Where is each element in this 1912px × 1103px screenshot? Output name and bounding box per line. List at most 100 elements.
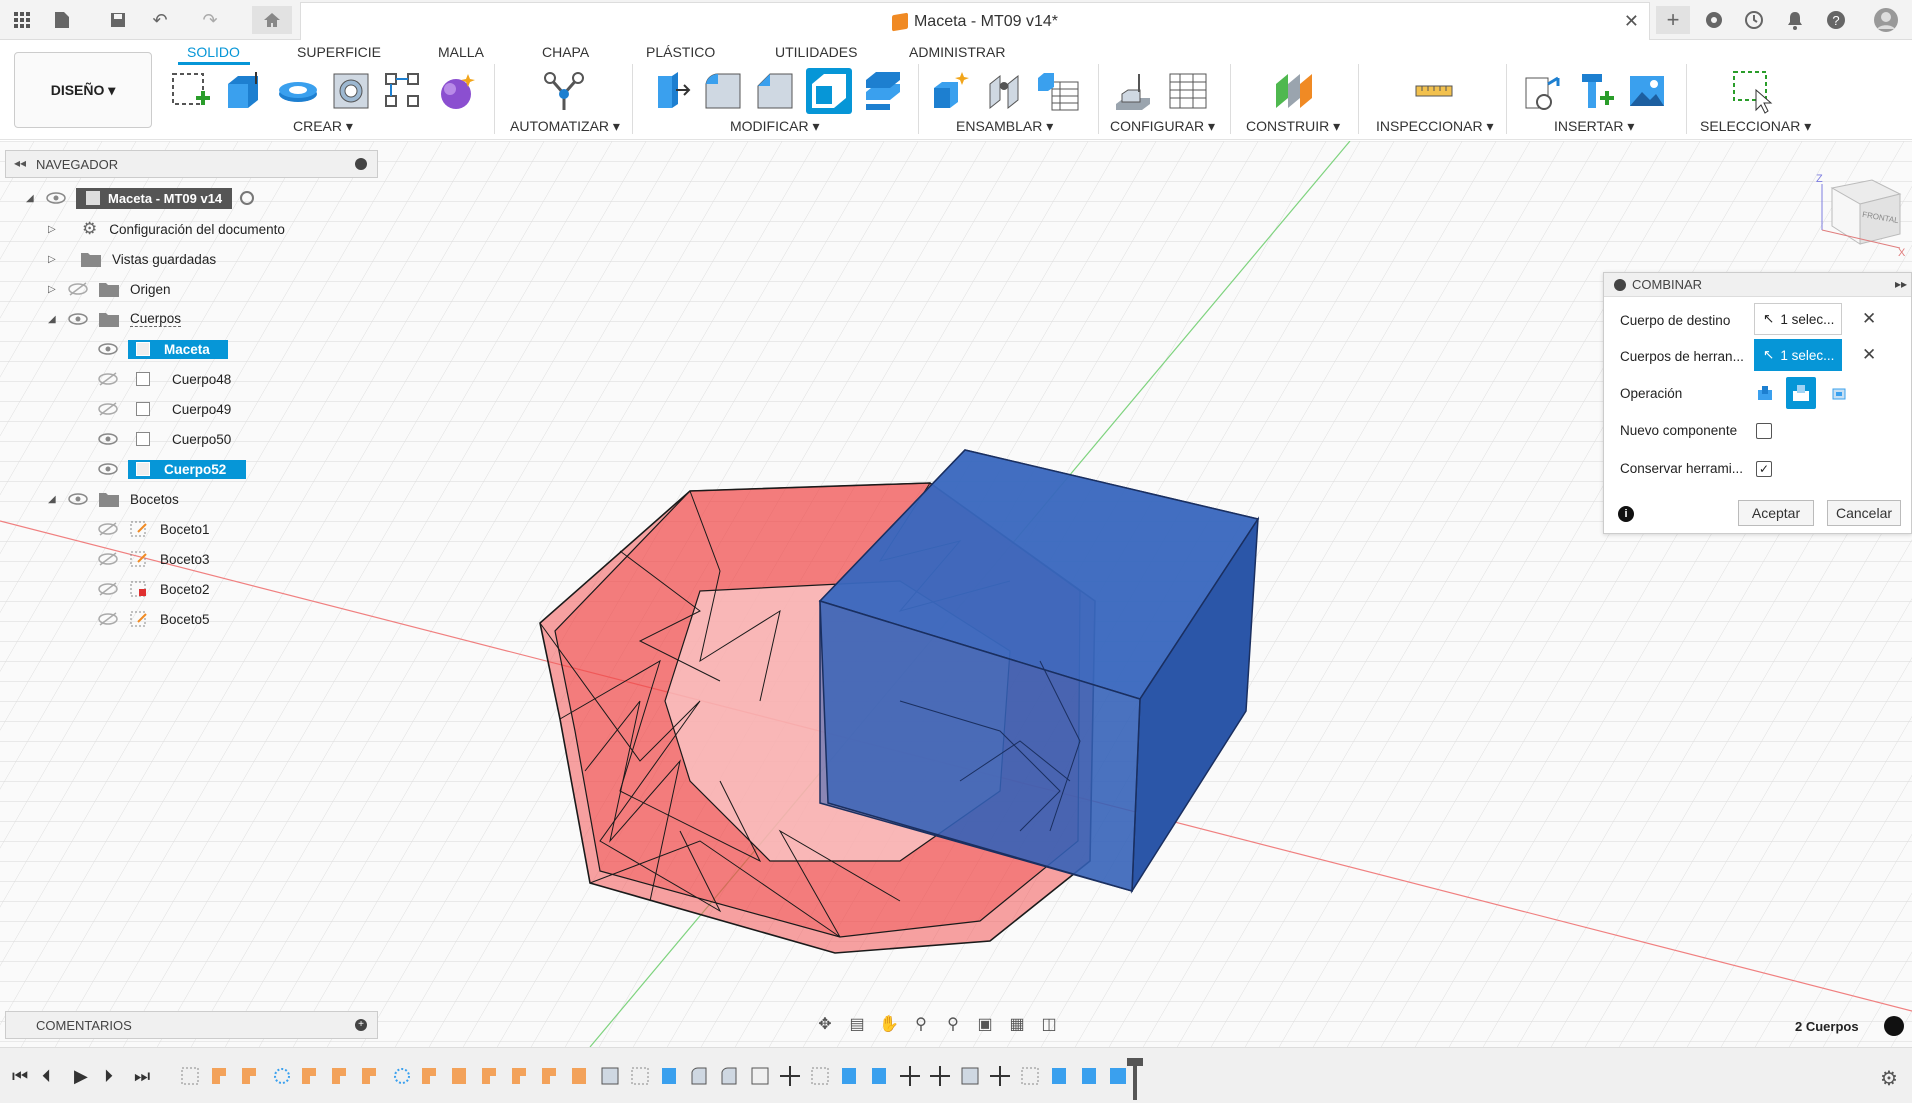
eye-hidden-icon[interactable] bbox=[98, 372, 118, 386]
apps-grid-icon[interactable] bbox=[8, 6, 36, 34]
bill-of-materials-icon[interactable] bbox=[1036, 70, 1080, 112]
tree-item-body-52[interactable]: Cuerpo52 bbox=[98, 457, 246, 481]
collapse-icon[interactable]: ◢ bbox=[48, 314, 60, 325]
body-52-selected[interactable]: Cuerpo52 bbox=[128, 459, 246, 479]
eye-icon[interactable] bbox=[98, 342, 118, 356]
grid-settings-icon[interactable]: ▦ bbox=[1004, 1014, 1030, 1036]
redo-icon[interactable]: ↷ bbox=[196, 6, 224, 34]
expand-dialog-icon[interactable]: ▸▸ bbox=[1895, 277, 1907, 291]
group-insertar[interactable]: INSERTAR ▾ bbox=[1554, 118, 1634, 135]
tree-item-body-50[interactable]: Cuerpo50 bbox=[98, 427, 231, 451]
go-to-end-icon[interactable]: ⏭ bbox=[134, 1066, 150, 1087]
eye-hidden-icon[interactable] bbox=[98, 582, 118, 596]
fillet-icon[interactable] bbox=[702, 70, 744, 112]
workspace-design-button[interactable]: DISEÑO ▾ bbox=[14, 52, 152, 128]
help-icon[interactable]: ? bbox=[1822, 6, 1850, 34]
expand-icon[interactable]: ▷ bbox=[48, 254, 60, 265]
play-icon[interactable]: ▶ bbox=[74, 1066, 88, 1087]
joint-icon[interactable] bbox=[984, 70, 1026, 112]
pattern-icon[interactable] bbox=[382, 70, 424, 112]
create-form-icon[interactable] bbox=[436, 70, 478, 112]
look-at-icon[interactable]: ▤ bbox=[844, 1014, 870, 1036]
tree-item-bodies[interactable]: ◢ Cuerpos bbox=[48, 307, 182, 331]
navigator-header[interactable]: ◂◂ NAVEGADOR bbox=[5, 150, 378, 178]
cancel-button[interactable]: Cancelar bbox=[1827, 500, 1901, 526]
tab-solido[interactable]: SOLIDO bbox=[187, 44, 240, 60]
measure-icon[interactable] bbox=[1412, 76, 1456, 106]
collapse-icon[interactable]: ◢ bbox=[48, 494, 60, 505]
home-icon[interactable] bbox=[252, 6, 292, 34]
eye-hidden-icon[interactable] bbox=[98, 402, 118, 416]
create-sketch-icon[interactable] bbox=[170, 70, 212, 112]
file-menu-icon[interactable] bbox=[48, 6, 76, 34]
new-tab-icon[interactable]: + bbox=[1656, 6, 1690, 34]
comments-panel[interactable]: COMENTARIOS + bbox=[5, 1011, 378, 1039]
tree-item-body-48[interactable]: Cuerpo48 bbox=[98, 367, 231, 391]
tree-item-origin[interactable]: ▷ Origen bbox=[48, 277, 171, 301]
status-icon[interactable] bbox=[1884, 1016, 1904, 1036]
eye-hidden-icon[interactable] bbox=[98, 522, 118, 536]
eye-icon[interactable] bbox=[68, 492, 88, 506]
insert-mcmaster-icon[interactable] bbox=[1574, 70, 1616, 112]
group-ensamblar[interactable]: ENSAMBLAR ▾ bbox=[956, 118, 1053, 135]
eye-icon[interactable] bbox=[46, 191, 66, 205]
group-crear[interactable]: CREAR ▾ bbox=[293, 118, 353, 135]
step-forward-icon[interactable]: ⏵ bbox=[104, 1066, 113, 1087]
shell-icon[interactable] bbox=[806, 68, 852, 114]
select-icon[interactable] bbox=[1730, 68, 1774, 114]
group-automatizar[interactable]: AUTOMATIZAR ▾ bbox=[510, 118, 620, 135]
tree-item-sketch-1[interactable]: Boceto1 bbox=[98, 517, 210, 541]
tab-administrar[interactable]: ADMINISTRAR bbox=[909, 44, 1005, 60]
extensions-icon[interactable] bbox=[1700, 6, 1728, 34]
combine-dialog-header[interactable]: COMBINAR ▸▸ bbox=[1604, 273, 1911, 297]
tree-item-sketch-2[interactable]: Boceto2 bbox=[98, 577, 210, 601]
tree-root[interactable]: ◢ Maceta - MT09 v14 bbox=[26, 186, 255, 210]
timeline-settings-icon[interactable]: ⚙ bbox=[1880, 1066, 1898, 1091]
new-component-icon[interactable] bbox=[930, 70, 972, 112]
notifications-icon[interactable] bbox=[1781, 6, 1809, 34]
keep-tools-checkbox[interactable]: ✓ bbox=[1756, 461, 1772, 477]
insert-derive-icon[interactable] bbox=[1522, 70, 1564, 112]
expand-icon[interactable]: ▷ bbox=[48, 224, 60, 235]
body-maceta-selected[interactable]: Maceta bbox=[128, 339, 228, 359]
tab-chapa[interactable]: CHAPA bbox=[542, 44, 589, 60]
operation-intersect-icon[interactable] bbox=[1829, 383, 1849, 403]
group-inspeccionar[interactable]: INSPECCIONAR ▾ bbox=[1376, 118, 1494, 135]
insert-canvas-icon[interactable] bbox=[1626, 70, 1668, 112]
expand-icon[interactable]: ▷ bbox=[48, 284, 60, 295]
display-settings-icon[interactable]: ▣ bbox=[972, 1014, 998, 1036]
target-body-selector[interactable]: ↖ 1 selec... bbox=[1754, 303, 1842, 335]
eye-hidden-icon[interactable] bbox=[68, 282, 88, 296]
clear-target-button[interactable]: ✕ bbox=[1862, 309, 1876, 329]
pan-icon[interactable]: ✋ bbox=[876, 1014, 902, 1036]
operation-join-icon[interactable] bbox=[1755, 383, 1775, 403]
tab-superficie[interactable]: SUPERFICIE bbox=[297, 44, 381, 60]
expand-icon[interactable]: ◢ bbox=[26, 193, 38, 204]
navigator-options-icon[interactable] bbox=[355, 158, 367, 170]
collapse-navigator-icon[interactable]: ◂◂ bbox=[14, 156, 26, 170]
viewports-icon[interactable]: ◫ bbox=[1036, 1014, 1062, 1036]
ok-button[interactable]: Aceptar bbox=[1738, 500, 1814, 526]
eye-icon[interactable] bbox=[68, 312, 88, 326]
eye-hidden-icon[interactable] bbox=[98, 552, 118, 566]
combine-icon[interactable] bbox=[862, 70, 904, 112]
hole-icon[interactable] bbox=[330, 70, 372, 112]
collapse-dialog-icon[interactable] bbox=[1614, 278, 1626, 291]
tree-item-sketches[interactable]: ◢ Bocetos bbox=[48, 487, 179, 511]
group-seleccionar[interactable]: SELECCIONAR ▾ bbox=[1700, 118, 1811, 135]
step-back-icon[interactable]: ⏴ bbox=[42, 1066, 51, 1087]
tree-item-saved-views[interactable]: ▷ Vistas guardadas bbox=[48, 247, 216, 271]
eye-hidden-icon[interactable] bbox=[98, 612, 118, 626]
orbit-icon[interactable]: ✥ bbox=[812, 1014, 838, 1036]
offset-plane-icon[interactable] bbox=[1272, 70, 1316, 112]
configuration-table-icon[interactable] bbox=[1166, 70, 1210, 112]
chamfer-icon[interactable] bbox=[754, 70, 796, 112]
info-icon[interactable]: i bbox=[1618, 506, 1634, 522]
press-pull-icon[interactable] bbox=[650, 70, 692, 112]
configure-icon[interactable] bbox=[1112, 70, 1154, 112]
fit-icon[interactable]: ⚲ bbox=[940, 1014, 966, 1036]
tree-item-body-49[interactable]: Cuerpo49 bbox=[98, 397, 231, 421]
timeline-feature-strip[interactable] bbox=[180, 1064, 1140, 1090]
activate-radio-icon[interactable] bbox=[240, 191, 255, 205]
eye-icon[interactable] bbox=[98, 432, 118, 446]
